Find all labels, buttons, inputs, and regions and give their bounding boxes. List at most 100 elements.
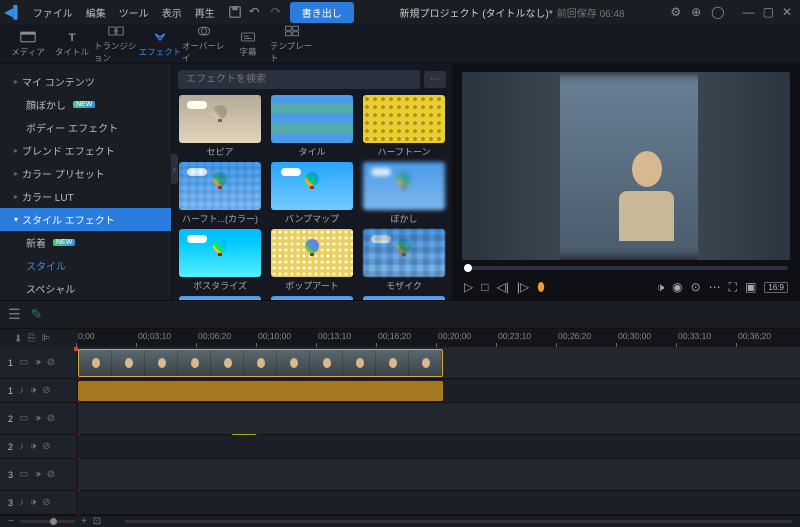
effect-sepia[interactable]: セピア bbox=[176, 95, 264, 158]
track-row: 3♪🕩⊘ bbox=[0, 491, 800, 515]
sidebar-item-faceblur[interactable]: 顔ぼかしNEW bbox=[0, 93, 171, 116]
compare-icon[interactable]: ⋯ bbox=[709, 280, 721, 294]
effect-more-3[interactable] bbox=[360, 296, 448, 300]
track-row: 3▭🕩⊘ bbox=[0, 459, 800, 491]
next-frame-icon[interactable]: |▷ bbox=[517, 280, 529, 294]
sidebar-item-blendeffect[interactable]: ▸ブレンド エフェクト bbox=[0, 139, 171, 162]
track-body[interactable] bbox=[78, 491, 800, 514]
snapshot-icon[interactable]: ◉ bbox=[672, 280, 682, 294]
sidebar-item-styleeffect[interactable]: ▾スタイル エフェクト bbox=[0, 208, 171, 231]
mute-track-icon[interactable]: 🕩 bbox=[30, 497, 36, 508]
lock-track-icon[interactable]: ⊘ bbox=[47, 413, 55, 424]
tab-overlay[interactable]: オーバーレイ bbox=[182, 24, 226, 64]
tab-effect[interactable]: エフェクト bbox=[138, 30, 182, 58]
effect-halftone[interactable]: ハーフトーン bbox=[360, 95, 448, 158]
more-icon[interactable]: ⋯ bbox=[424, 71, 446, 88]
preview-panel: 00; 00; 00; 00 ▷ □ ◁| |▷ ⬮ 🕩 ◉ ⊙ ⋯ ⛶ ▣ 1… bbox=[452, 64, 800, 300]
snap-icon[interactable]: ⎘ bbox=[28, 333, 36, 344]
track-body[interactable] bbox=[78, 435, 800, 458]
sidebar-item-colorpreset[interactable]: ▸カラー プリセット bbox=[0, 162, 171, 185]
magnet-icon[interactable]: ⊫ bbox=[42, 333, 51, 344]
minimize-icon[interactable]: — bbox=[743, 5, 755, 19]
effect-halftone-color[interactable]: ハーフト...(カラー) bbox=[176, 162, 264, 225]
effect-blur[interactable]: ぼかし bbox=[360, 162, 448, 225]
sidebar-item-mycontent[interactable]: ▸マイ コンテンツ bbox=[0, 70, 171, 93]
track-head: 2▭🕩⊘ bbox=[0, 403, 78, 434]
mute-icon[interactable]: 🕩 bbox=[657, 280, 665, 295]
effect-mosaic[interactable]: モザイク bbox=[360, 229, 448, 292]
maximize-icon[interactable]: ▢ bbox=[763, 5, 774, 19]
effect-more-1[interactable] bbox=[176, 296, 264, 300]
zoom-out-icon[interactable]: − bbox=[8, 516, 14, 527]
lock-track-icon[interactable]: ⊘ bbox=[47, 357, 55, 368]
mute-track-icon[interactable]: 🕩 bbox=[34, 469, 40, 480]
audio-clip[interactable] bbox=[78, 381, 443, 401]
effect-popart[interactable]: ポップアート bbox=[268, 229, 356, 292]
effect-bumpmap[interactable]: バンプマップ bbox=[268, 162, 356, 225]
save-icon[interactable] bbox=[228, 5, 242, 19]
preview-canvas[interactable] bbox=[462, 72, 790, 260]
undo-icon[interactable] bbox=[248, 5, 262, 19]
menu-bar: ファイル 編集 ツール 表示 再生 bbox=[28, 3, 220, 22]
menu-play[interactable]: 再生 bbox=[190, 3, 220, 22]
tab-media[interactable]: メディア bbox=[6, 30, 50, 58]
track-body[interactable]: 1477830880_HD bbox=[78, 347, 800, 378]
close-icon[interactable]: ✕ bbox=[782, 5, 792, 19]
lock-track-icon[interactable]: ⊘ bbox=[42, 385, 50, 396]
mute-track-icon[interactable]: 🕩 bbox=[30, 385, 36, 396]
tab-title[interactable]: Tタイトル bbox=[50, 30, 94, 58]
pen-icon[interactable]: ✎ bbox=[31, 306, 43, 323]
timeline-toolbar: ☰ ✎ bbox=[0, 301, 800, 329]
play-icon[interactable]: ▷ bbox=[464, 280, 473, 294]
track-manager-icon[interactable]: ☰ bbox=[8, 306, 21, 323]
zoom-in-icon[interactable]: + bbox=[81, 516, 87, 527]
dock-icon[interactable]: ▣ bbox=[745, 280, 756, 294]
tab-subtitle[interactable]: 字幕 bbox=[226, 30, 270, 58]
timeline-scrollbar[interactable] bbox=[125, 520, 792, 523]
mute-track-icon[interactable]: 🕩 bbox=[34, 357, 40, 368]
aspect-badge[interactable]: 16:9 bbox=[764, 282, 788, 293]
lock-track-icon[interactable]: ⊘ bbox=[42, 441, 50, 452]
export-button[interactable]: 書き出し bbox=[290, 2, 354, 23]
track-body[interactable] bbox=[78, 459, 800, 490]
preview-scrubber[interactable] bbox=[464, 266, 788, 270]
quality-icon[interactable]: ⊙ bbox=[691, 280, 701, 294]
new-badge: NEW bbox=[73, 101, 95, 108]
sidebar-item-new[interactable]: 新着NEW bbox=[0, 231, 171, 254]
tab-transition[interactable]: トランジション bbox=[94, 24, 138, 64]
marker-icon[interactable]: ⬮ bbox=[537, 280, 545, 295]
effect-tile[interactable]: タイル bbox=[268, 95, 356, 158]
mute-track-icon[interactable]: 🕩 bbox=[34, 413, 40, 424]
video-clip[interactable] bbox=[78, 349, 443, 377]
track-row: 1♪🕩⊘ bbox=[0, 379, 800, 403]
menu-view[interactable]: 表示 bbox=[157, 3, 187, 22]
time-tick: 00;20;00 bbox=[438, 331, 471, 341]
prev-frame-icon[interactable]: ◁| bbox=[496, 280, 508, 294]
fullscreen-icon[interactable]: ⛶ bbox=[729, 280, 737, 295]
sidebar-item-style[interactable]: スタイル bbox=[0, 254, 171, 277]
sidebar-item-colorlut[interactable]: ▸カラー LUT bbox=[0, 185, 171, 208]
search-input[interactable] bbox=[178, 70, 420, 89]
lock-track-icon[interactable]: ⊘ bbox=[47, 469, 55, 480]
cloud-icon[interactable]: ⊕ bbox=[691, 5, 701, 19]
zoom-slider[interactable] bbox=[20, 520, 75, 523]
tab-template[interactable]: テンプレート bbox=[270, 24, 314, 64]
effect-posterize[interactable]: ポスタライズ bbox=[176, 229, 264, 292]
sidebar-item-special[interactable]: スペシャル bbox=[0, 277, 171, 300]
menu-edit[interactable]: 編集 bbox=[81, 3, 111, 22]
zoom-fit-icon[interactable]: ⊡ bbox=[93, 516, 101, 527]
settings-icon[interactable]: ⚙ bbox=[670, 5, 681, 19]
mute-track-icon[interactable]: 🕩 bbox=[30, 441, 36, 452]
stop-icon[interactable]: □ bbox=[481, 280, 488, 294]
sidebar-item-bodyeffect[interactable]: ボディー エフェクト bbox=[0, 116, 171, 139]
effect-more-2[interactable] bbox=[268, 296, 356, 300]
track-body[interactable] bbox=[78, 403, 800, 434]
collapse-handle-icon[interactable]: ‹ bbox=[171, 154, 178, 184]
lock-track-icon[interactable]: ⊘ bbox=[42, 497, 50, 508]
menu-tool[interactable]: ツール bbox=[114, 3, 154, 22]
account-icon[interactable]: ◯ bbox=[711, 5, 724, 19]
menu-file[interactable]: ファイル bbox=[28, 3, 78, 22]
time-ruler[interactable]: 0;0000;03;1000;06;2000;10;0000;13;1000;1… bbox=[78, 329, 800, 347]
track-body[interactable] bbox=[78, 379, 800, 402]
redo-icon[interactable] bbox=[268, 5, 282, 19]
